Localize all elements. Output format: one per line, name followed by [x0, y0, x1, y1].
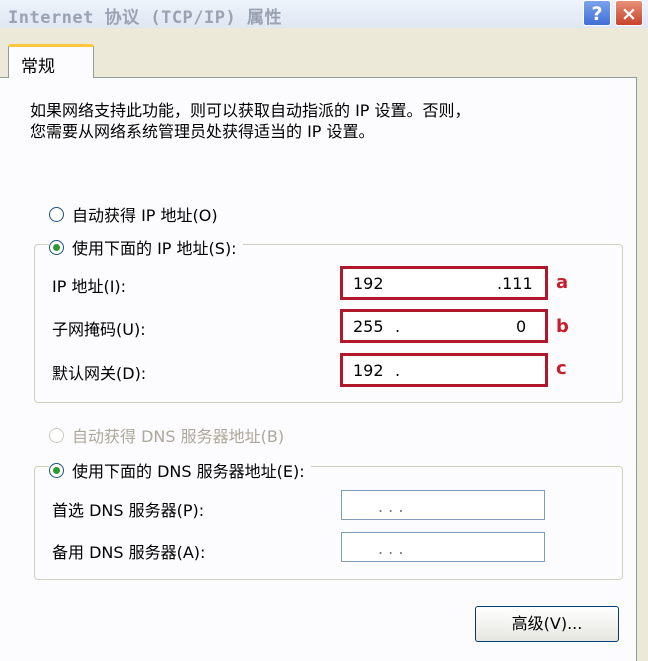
manual-dns-radio[interactable] — [49, 462, 64, 478]
help-button[interactable]: ? — [583, 0, 611, 26]
auto-dns-label: 自动获得 DNS 服务器地址(B) — [72, 427, 285, 446]
close-button[interactable]: × — [615, 0, 643, 26]
window-title: Internet 协议 (TCP/IP) 属性 — [8, 8, 282, 28]
marker-c: c — [556, 358, 567, 379]
preferred-dns-label: 首选 DNS 服务器(P): — [52, 501, 205, 520]
ip-address-start: 192 — [353, 274, 384, 293]
auto-ip-radio[interactable] — [49, 206, 64, 222]
auto-ip-option[interactable]: 自动获得 IP 地址(O) — [49, 202, 218, 226]
subnet-mask-end: 0 — [516, 317, 527, 336]
tab-general[interactable]: 常规 — [8, 44, 94, 78]
preferred-dns-input[interactable] — [341, 490, 545, 520]
manual-ip-option[interactable]: 使用下面的 IP 地址(S): — [49, 235, 243, 259]
description-line-2: 您需要从网络系统管理员处获得适当的 IP 设置。 — [30, 122, 375, 141]
tab-general-label: 常规 — [21, 57, 55, 77]
marker-b: b — [556, 316, 569, 337]
subnet-mask-dot: . — [395, 317, 401, 336]
marker-a: a — [556, 272, 569, 293]
manual-ip-label: 使用下面的 IP 地址(S): — [72, 239, 237, 258]
auto-ip-label: 自动获得 IP 地址(O) — [72, 206, 218, 225]
alternate-dns-label: 备用 DNS 服务器(A): — [52, 543, 206, 562]
default-gateway-label: 默认网关(D): — [52, 364, 147, 383]
subnet-mask-label: 子网掩码(U): — [52, 320, 146, 339]
advanced-button[interactable]: 高级(V)... — [475, 606, 619, 642]
ip-address-label: IP 地址(I): — [52, 277, 127, 296]
manual-dns-option[interactable]: 使用下面的 DNS 服务器地址(E): — [49, 458, 311, 482]
default-gateway-start: 192 — [353, 361, 384, 380]
title-bar: Internet 协议 (TCP/IP) 属性 ? × — [0, 0, 648, 28]
manual-ip-radio[interactable] — [49, 239, 64, 255]
subnet-mask-start: 255 — [353, 317, 384, 336]
auto-dns-option[interactable]: 自动获得 DNS 服务器地址(B) — [49, 423, 284, 447]
alternate-dns-dots: . . . — [378, 539, 404, 558]
preferred-dns-dots: . . . — [378, 497, 404, 516]
manual-dns-label: 使用下面的 DNS 服务器地址(E): — [72, 462, 305, 481]
ip-address-end: .111 — [497, 274, 533, 293]
default-gateway-dot: . — [395, 361, 401, 380]
auto-dns-radio[interactable] — [49, 427, 64, 443]
alternate-dns-input[interactable] — [341, 532, 545, 562]
